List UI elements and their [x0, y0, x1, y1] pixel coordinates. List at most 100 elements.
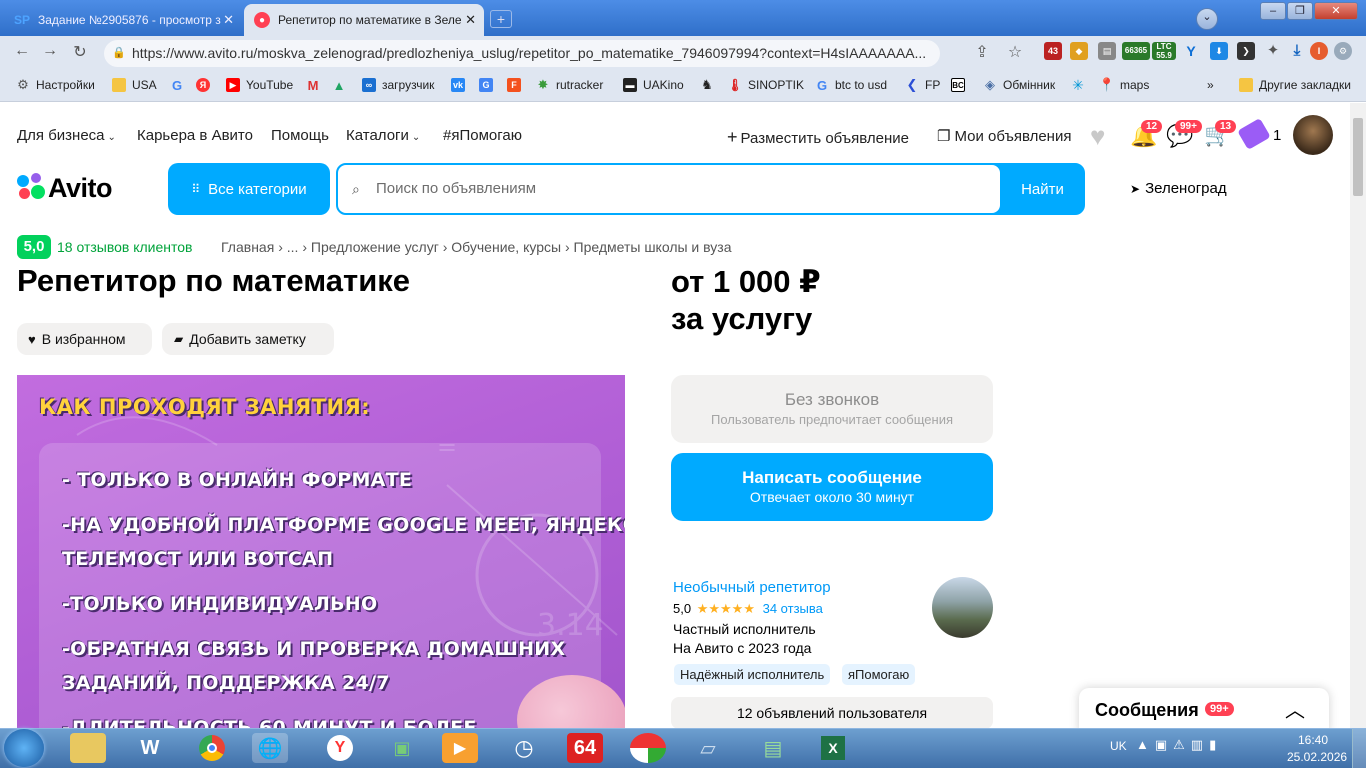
- maximize-button[interactable]: ❐: [1287, 2, 1313, 20]
- minimize-button[interactable]: –: [1260, 2, 1286, 20]
- close-tab-icon[interactable]: ✕: [465, 12, 476, 28]
- bookmark-star-icon[interactable]: ☆: [1005, 42, 1025, 62]
- close-window-button[interactable]: ✕: [1314, 2, 1358, 20]
- puzzle-icon[interactable]: ✦: [1264, 42, 1282, 60]
- extension-arrow-icon[interactable]: ❯: [1237, 42, 1255, 60]
- download-ext-icon[interactable]: ⬇: [1210, 42, 1228, 60]
- seller-tag-ihelp[interactable]: яПомогаю: [842, 664, 916, 685]
- breadcrumb-services[interactable]: Предложение услуг: [311, 239, 439, 255]
- extension-icon[interactable]: 43: [1044, 42, 1062, 60]
- find-button[interactable]: Найти: [1000, 163, 1085, 215]
- bookmark-settings[interactable]: ⚙ Настройки: [16, 77, 95, 92]
- bookmark-maps[interactable]: 📍 maps: [1099, 77, 1149, 92]
- career-link[interactable]: Карьера в Авито: [137, 127, 253, 144]
- bookmark-vk[interactable]: vk: [451, 78, 471, 92]
- show-desktop-button[interactable]: [1352, 729, 1366, 768]
- search-input[interactable]: ⌕ Поиск по объявлениям: [338, 165, 1000, 213]
- bitcoin-ticker-icon[interactable]: 66365: [1122, 42, 1150, 60]
- bookmark-google[interactable]: G: [170, 78, 190, 93]
- bookmark-rutracker[interactable]: ✸ rutracker: [536, 77, 604, 92]
- all-categories-button[interactable]: ⠿ Все категории: [168, 163, 330, 215]
- ltc-ticker-icon[interactable]: LTC 55.9: [1152, 42, 1176, 60]
- bookmark-exchanger[interactable]: ◈ Обмінник: [983, 77, 1055, 92]
- excel-icon[interactable]: X: [815, 733, 851, 763]
- help-link[interactable]: Помощь: [271, 127, 329, 144]
- bookmark-loader[interactable]: ∞ загрузчик: [362, 78, 434, 92]
- write-message-button[interactable]: Написать сообщение Отвечает около 30 мин…: [671, 453, 993, 521]
- profile-icon[interactable]: I: [1310, 42, 1328, 60]
- bookmark-sinoptik[interactable]: 🌡 SINOPTIK: [727, 78, 804, 92]
- network-globe-icon[interactable]: 🌐: [252, 733, 288, 763]
- for-business-link[interactable]: Для бизнеса ⌄: [17, 127, 116, 144]
- bookmark-yandex[interactable]: Я: [196, 78, 216, 92]
- menu-icon[interactable]: ⚙: [1334, 42, 1352, 60]
- chrome-icon[interactable]: [194, 733, 230, 763]
- page-scrollbar[interactable]: [1350, 103, 1366, 728]
- bookmark-uakino[interactable]: ▬ UAKino: [623, 78, 684, 92]
- breadcrumb-subjects[interactable]: Предметы школы и вуза: [574, 239, 732, 255]
- i-help-link[interactable]: #яПомогаю: [443, 127, 522, 144]
- terminal-app-icon[interactable]: ▣: [384, 733, 420, 763]
- bookmark-chess[interactable]: ♞: [700, 77, 720, 92]
- bookmark-drive[interactable]: ▲: [332, 78, 352, 93]
- seller-listings-button[interactable]: 12 объявлений пользователя: [671, 697, 993, 728]
- back-icon[interactable]: ←: [12, 42, 32, 60]
- forward-icon[interactable]: →: [40, 42, 60, 60]
- seller-reviews-link[interactable]: 34 отзыва: [763, 601, 823, 616]
- bookmark-youtube[interactable]: ▶ YouTube: [226, 78, 293, 92]
- share-icon[interactable]: ⇪: [972, 42, 992, 62]
- clock-time[interactable]: 16:40: [1298, 733, 1328, 747]
- favorites-heart-icon[interactable]: ♥: [1090, 121, 1105, 152]
- seller-avatar[interactable]: [932, 577, 993, 638]
- bookmark-star[interactable]: ✳: [1071, 77, 1091, 93]
- bookmark-bc[interactable]: BC: [951, 78, 971, 92]
- post-ad-button[interactable]: + Разместить объявление: [727, 127, 909, 148]
- language-indicator[interactable]: UK: [1110, 739, 1127, 753]
- address-bar[interactable]: 🔒 https://www.avito.ru/moskva_zelenograd…: [104, 40, 940, 67]
- browser-tab-active[interactable]: ● Репетитор по математике в Зеле ✕: [244, 4, 484, 36]
- tray-icons[interactable]: ▲▣⚠▥▮: [1136, 737, 1222, 753]
- extension-briefcase-icon[interactable]: ▤: [1098, 42, 1116, 60]
- notepad-app-icon[interactable]: ▱: [690, 733, 726, 763]
- breadcrumb-ellipsis[interactable]: ...: [287, 239, 299, 255]
- tab-search-button[interactable]: ⌄: [1196, 8, 1218, 30]
- clock-app-icon[interactable]: ◷: [506, 733, 542, 763]
- add-note-button[interactable]: ▰ Добавить заметку: [162, 323, 334, 355]
- shield-app-icon[interactable]: W: [132, 733, 168, 763]
- chevron-up-icon[interactable]: ︿: [1285, 694, 1305, 723]
- scrollbar-thumb[interactable]: [1353, 118, 1363, 196]
- yandex-browser-icon[interactable]: Y: [322, 733, 358, 763]
- remote-desktop-icon[interactable]: ▤: [755, 733, 791, 763]
- extension-shield-icon[interactable]: ◆: [1070, 42, 1088, 60]
- extension-v-icon[interactable]: Y: [1182, 42, 1200, 60]
- messages-widget[interactable]: Сообщения 99+ ︿: [1079, 688, 1329, 728]
- bookmark-fp[interactable]: ❮ FP: [905, 77, 941, 92]
- bookmark-btc[interactable]: Gbtc to usd: [815, 78, 887, 93]
- no-calls-button[interactable]: Без звонков Пользователь предпочитает со…: [671, 375, 993, 443]
- browser-tab[interactable]: SP Задание №2905876 - просмотр з ✕: [4, 4, 242, 36]
- media-player-icon[interactable]: ▶: [442, 733, 478, 763]
- avito-logo[interactable]: Avito: [17, 173, 113, 203]
- location-button[interactable]: ➤ Зеленоград: [1130, 180, 1227, 197]
- start-button[interactable]: [4, 729, 44, 767]
- reload-icon[interactable]: ↻: [70, 42, 90, 62]
- reviews-link[interactable]: 18 отзывов клиентов: [57, 239, 193, 255]
- catalogs-link[interactable]: Каталоги ⌄: [346, 127, 420, 144]
- bookmark-f[interactable]: F: [507, 78, 527, 92]
- app-64-icon[interactable]: 64: [567, 733, 603, 763]
- my-ads-button[interactable]: ❐ Мои объявления: [937, 127, 1071, 145]
- file-explorer-icon[interactable]: [70, 733, 106, 763]
- favorite-button[interactable]: ♥ В избранном: [17, 323, 152, 355]
- clock-date[interactable]: 25.02.2026: [1287, 750, 1347, 764]
- breadcrumb-education[interactable]: Обучение, курсы: [451, 239, 561, 255]
- colorful-app-icon[interactable]: [630, 733, 666, 763]
- bookmark-translate[interactable]: G: [479, 78, 499, 92]
- bookmark-usa[interactable]: USA: [112, 78, 157, 92]
- seller-name-link[interactable]: Необычный репетитор: [673, 579, 831, 596]
- new-tab-button[interactable]: +: [490, 10, 512, 28]
- breadcrumb-home[interactable]: Главная: [221, 239, 274, 255]
- bookmark-other[interactable]: Другие закладки: [1239, 78, 1351, 92]
- bookmarks-more-button[interactable]: »: [1207, 78, 1214, 92]
- seller-tag-reliable[interactable]: Надёжный исполнитель: [674, 664, 831, 685]
- user-avatar[interactable]: [1293, 115, 1333, 155]
